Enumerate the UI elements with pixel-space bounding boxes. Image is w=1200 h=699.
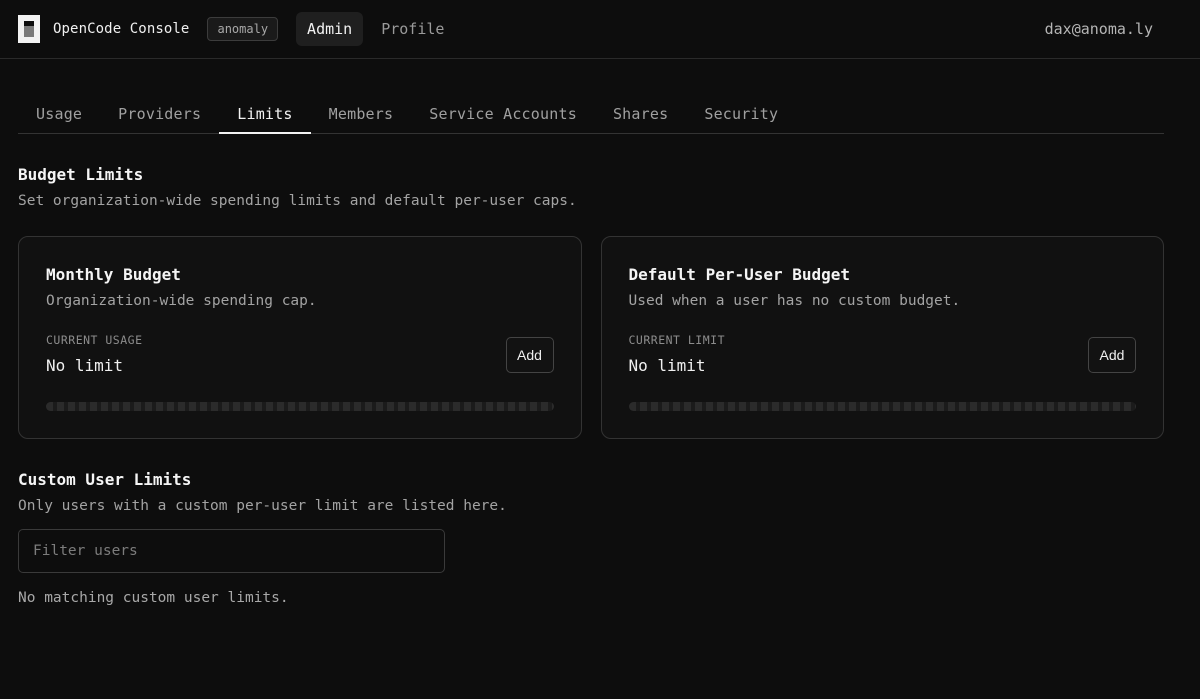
tab-security[interactable]: Security — [686, 96, 796, 134]
monthly-budget-card: Monthly Budget Organization-wide spendin… — [18, 236, 582, 439]
nav-link-profile[interactable]: Profile — [370, 12, 455, 46]
nav-link-admin[interactable]: Admin — [296, 12, 364, 46]
add-per-user-budget-button[interactable]: Add — [1088, 337, 1136, 373]
empty-state-message: No matching custom user limits. — [18, 590, 289, 606]
current-usage-label: CURRENT USAGE — [46, 333, 143, 347]
card-description: Used when a user has no custom budget. — [628, 293, 961, 309]
tab-shares[interactable]: Shares — [595, 96, 686, 134]
limit-progress-bar — [628, 402, 1136, 411]
filter-users-input[interactable] — [18, 529, 445, 573]
main-content: Usage Providers Limits Members Service A… — [0, 96, 1200, 606]
user-email-menu[interactable]: dax@anoma.ly — [1045, 20, 1153, 38]
card-title: Monthly Budget — [46, 265, 181, 284]
tab-members[interactable]: Members — [311, 96, 412, 134]
card-description: Organization-wide spending cap. — [46, 293, 317, 309]
custom-user-limits-description: Only users with a custom per-user limit … — [18, 498, 507, 514]
current-usage-value: No limit — [46, 356, 124, 375]
admin-tabs: Usage Providers Limits Members Service A… — [18, 96, 1164, 134]
top-navigation-bar: OpenCode Console anomaly Admin Profile d… — [0, 0, 1200, 59]
card-title: Default Per-User Budget — [628, 265, 851, 284]
tab-usage[interactable]: Usage — [18, 96, 100, 134]
budget-cards: Monthly Budget Organization-wide spendin… — [18, 236, 1164, 439]
tab-providers[interactable]: Providers — [100, 96, 219, 134]
current-limit-value: No limit — [628, 356, 706, 375]
current-limit-label: CURRENT LIMIT — [628, 333, 726, 347]
app-title[interactable]: OpenCode Console — [53, 21, 189, 37]
custom-user-limits-heading: Custom User Limits — [18, 470, 192, 489]
default-per-user-budget-card: Default Per-User Budget Used when a user… — [600, 236, 1164, 439]
tab-limits[interactable]: Limits — [219, 96, 311, 134]
opencode-logo-icon[interactable] — [18, 15, 40, 43]
organization-badge[interactable]: anomaly — [207, 17, 279, 41]
add-monthly-budget-button[interactable]: Add — [505, 337, 554, 373]
tab-service-accounts[interactable]: Service Accounts — [411, 96, 595, 134]
budget-limits-description: Set organization-wide spending limits an… — [18, 193, 577, 209]
usage-progress-bar — [46, 402, 554, 411]
budget-limits-heading: Budget Limits — [18, 165, 144, 184]
